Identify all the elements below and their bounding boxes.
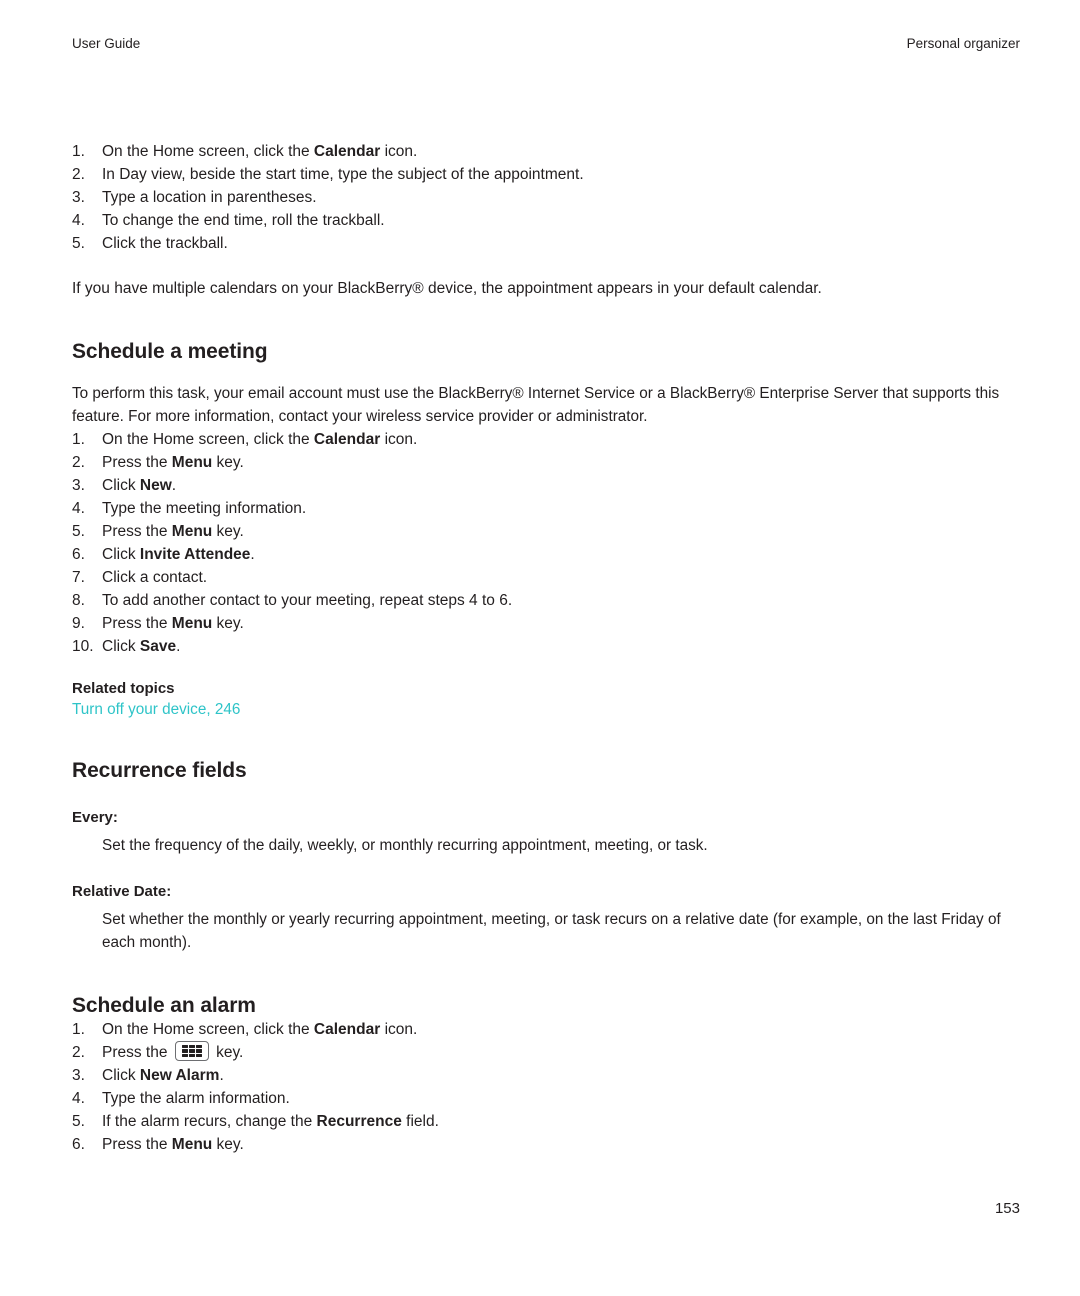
- field-definition: Set whether the monthly or yearly recurr…: [102, 911, 1001, 951]
- list-item-number: 2.: [72, 166, 85, 183]
- emphasis-text: New: [139, 477, 172, 494]
- top-steps-list: 1. On the Home screen, click the Calendar…: [72, 140, 1020, 255]
- list-item-text: Press the Menu key.: [102, 454, 244, 471]
- list-item: 9. Press the Menu key.: [72, 612, 1020, 635]
- list-item-text: Press the Menu key.: [102, 615, 244, 632]
- document-page: User Guide Personal organizer 1. On the H…: [0, 0, 1080, 1296]
- list-item-text: Press the Menu key.: [102, 523, 244, 540]
- meeting-intro-paragraph: To perform this task, your email account…: [72, 385, 1000, 425]
- list-item: 5. If the alarm recurs, change the Recurr…: [72, 1110, 1020, 1133]
- list-item: 3. Click New.: [72, 474, 1020, 497]
- list-item-text: On the Home screen, click the Calendar i…: [102, 143, 418, 160]
- related-topics-title: Related topics: [72, 680, 175, 697]
- list-item-number: 3.: [72, 477, 85, 494]
- blackberry-menu-key-icon: [174, 1041, 209, 1061]
- list-item-text: Type the meeting information.: [102, 500, 307, 517]
- list-item-text: If the alarm recurs, change the Recurren…: [102, 1113, 439, 1130]
- header-left: User Guide: [72, 36, 141, 51]
- list-item-number: 6.: [72, 1136, 85, 1153]
- list-item-number: 1.: [72, 1021, 85, 1038]
- list-item: 1. On the Home screen, click the Calendar…: [72, 1018, 1020, 1041]
- page-number: 153: [994, 1200, 1020, 1217]
- list-item: 2. Press the Menu key.: [72, 451, 1020, 474]
- list-item-number: 5.: [72, 1113, 85, 1130]
- list-item: 1. On the Home screen, click the Calendar…: [72, 140, 1020, 163]
- list-item: 8. To add another contact to your meeting…: [72, 589, 1020, 612]
- emphasis-text: Menu: [171, 1136, 213, 1153]
- header-right: Personal organizer: [906, 36, 1020, 51]
- list-item-text: To change the end time, roll the trackba…: [102, 212, 385, 229]
- list-item: 4. Type the alarm information.: [72, 1087, 1020, 1110]
- page-header: User Guide Personal organizer: [72, 36, 1020, 51]
- meeting-steps-list: 1. On the Home screen, click the Calendar…: [72, 428, 1020, 658]
- list-item-text: In Day view, beside the start time, type…: [102, 166, 584, 183]
- emphasis-text: Menu: [171, 615, 213, 632]
- list-item-number: 3.: [72, 189, 85, 206]
- related-topic-link[interactable]: Turn off your device, 246: [72, 701, 240, 719]
- list-item-number: 3.: [72, 1067, 85, 1084]
- top-note-paragraph: If you have multiple calendars on your B…: [72, 280, 822, 297]
- list-item-number: 8.: [72, 592, 85, 609]
- field-definition: Set the frequency of the daily, weekly, …: [102, 837, 708, 854]
- list-item: 5. Press the Menu key.: [72, 520, 1020, 543]
- emphasis-text: New Alarm: [139, 1067, 220, 1084]
- list-item-text: To add another contact to your meeting, …: [102, 592, 513, 609]
- emphasis-text: Invite Attendee: [139, 546, 251, 563]
- list-item-text: Press the Menu key.: [102, 1136, 244, 1153]
- list-item-text: Type a location in parentheses.: [102, 189, 317, 206]
- list-item-number: 1.: [72, 431, 85, 448]
- heading-schedule-a-meeting: Schedule a meeting: [72, 340, 268, 363]
- list-item-text: Click a contact.: [102, 569, 208, 586]
- list-item-text: Press the key.: [102, 1041, 1020, 1064]
- list-item-text: Click New Alarm.: [102, 1067, 224, 1084]
- heading-recurrence-fields: Recurrence fields: [72, 759, 247, 782]
- list-item: 1. On the Home screen, click the Calendar…: [72, 428, 1020, 451]
- list-item-number: 6.: [72, 546, 85, 563]
- list-item-text: Click Invite Attendee.: [102, 546, 255, 563]
- emphasis-text: Calendar: [313, 431, 381, 448]
- emphasis-text: Calendar: [313, 143, 381, 160]
- list-item-text: Type the alarm information.: [102, 1090, 290, 1107]
- list-item-text: Click the trackball.: [102, 235, 228, 252]
- list-item: 6. Click Invite Attendee.: [72, 543, 1020, 566]
- emphasis-text: Calendar: [313, 1021, 381, 1038]
- list-item: 7. Click a contact.: [72, 566, 1020, 589]
- list-item: 5. Click the trackball.: [72, 232, 1020, 255]
- field-term: Every:: [72, 809, 118, 826]
- heading-schedule-an-alarm: Schedule an alarm: [72, 994, 256, 1017]
- list-item: 2. Press the key.: [72, 1041, 1020, 1064]
- list-item-text: Click Save.: [102, 638, 181, 655]
- list-item-text: On the Home screen, click the Calendar i…: [102, 431, 418, 448]
- list-item-number: 5.: [72, 235, 85, 252]
- emphasis-text: Save: [139, 638, 177, 655]
- list-item: 10. Click Save.: [72, 635, 1020, 658]
- emphasis-text: Menu: [171, 523, 213, 540]
- list-item: 3. Click New Alarm.: [72, 1064, 1020, 1087]
- list-item-number: 4.: [72, 500, 85, 517]
- list-item-number: 10.: [72, 638, 94, 655]
- list-item-number: 5.: [72, 523, 85, 540]
- list-item: 3. Type a location in parentheses.: [72, 186, 1020, 209]
- alarm-steps-list: 1. On the Home screen, click the Calendar…: [72, 1018, 1020, 1156]
- list-item: 2. In Day view, beside the start time, ty…: [72, 163, 1020, 186]
- list-item-number: 9.: [72, 615, 85, 632]
- list-item-text: Click New.: [102, 477, 177, 494]
- field-term: Relative Date:: [72, 883, 172, 900]
- list-item-text: On the Home screen, click the Calendar i…: [102, 1021, 418, 1038]
- list-item-number: 4.: [72, 1090, 85, 1107]
- list-item-number: 4.: [72, 212, 85, 229]
- emphasis-text: Recurrence: [316, 1113, 402, 1130]
- recurrence-fields-list: Every: Set the frequency of the daily, we…: [72, 809, 1020, 954]
- list-item: 6. Press the Menu key.: [72, 1133, 1020, 1156]
- list-item-number: 7.: [72, 569, 85, 586]
- list-item: 4. Type the meeting information.: [72, 497, 1020, 520]
- page-content: 1. On the Home screen, click the Calendar…: [72, 140, 1020, 1156]
- list-item-number: 1.: [72, 143, 85, 160]
- list-item-number: 2.: [72, 1044, 85, 1061]
- list-item-number: 2.: [72, 454, 85, 471]
- emphasis-text: Menu: [171, 454, 213, 471]
- list-item: 4. To change the end time, roll the track…: [72, 209, 1020, 232]
